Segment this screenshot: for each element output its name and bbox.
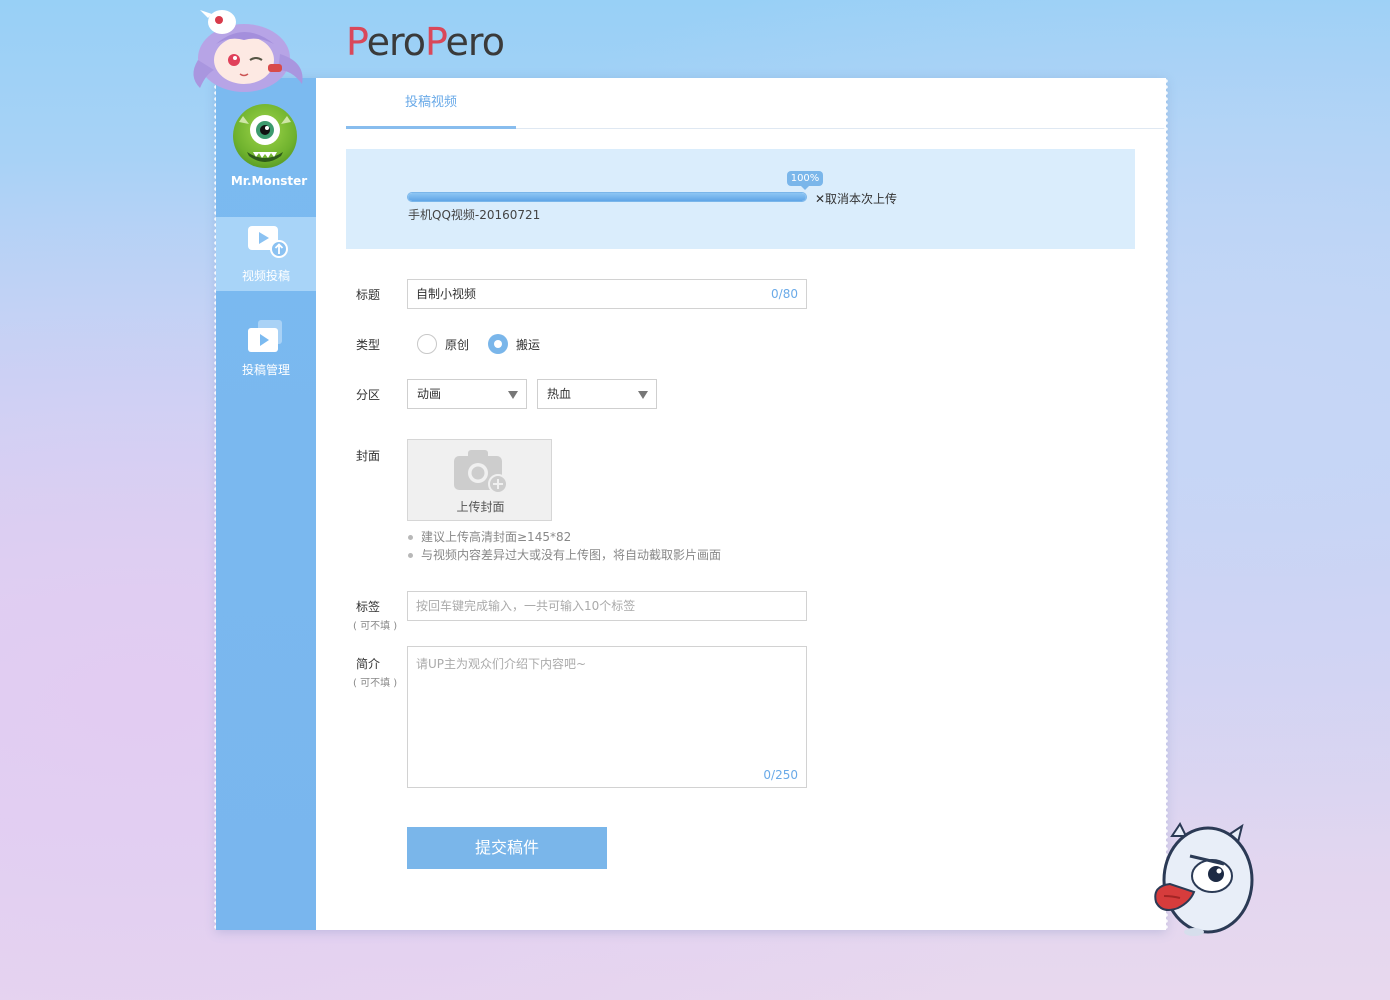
upload-card: Mr.Monster 视频投稿 投稿管理 投稿视频 100% ✕取消本次上传 手… xyxy=(213,78,1169,930)
cancel-upload-button[interactable]: ✕取消本次上传 xyxy=(815,190,897,207)
intro-label-text: 简介 xyxy=(356,657,381,671)
cover-upload-label: 上传封面 xyxy=(456,500,505,514)
chevron-down-icon xyxy=(508,391,518,399)
submit-button[interactable]: 提交稿件 xyxy=(407,827,607,869)
tags-input-placeholder: 按回车键完成输入，一共可输入10个标签 xyxy=(416,599,636,613)
select-value: 动画 xyxy=(417,387,442,401)
title-input-value: 自制小视频 xyxy=(416,287,477,301)
category-primary-select[interactable]: 动画 xyxy=(407,379,527,409)
tab-upload-video[interactable]: 投稿视频 xyxy=(346,78,516,129)
tags-optional-note: ( 可不填 ) xyxy=(353,621,398,632)
tab-bar: 投稿视频 xyxy=(346,78,1166,129)
perorepo-logo: PeroPero xyxy=(346,20,505,64)
chevron-down-icon xyxy=(638,391,648,399)
anime-girl-mascot xyxy=(193,10,303,92)
camera-add-icon xyxy=(454,450,508,494)
sidebar: Mr.Monster 视频投稿 投稿管理 xyxy=(216,78,316,930)
video-upload-icon xyxy=(248,226,288,258)
video-manage-icon xyxy=(248,320,282,352)
category-secondary-select[interactable]: 热血 xyxy=(537,379,657,409)
main-content: 投稿视频 100% ✕取消本次上传 手机QQ视频-20160721 标题 自制小… xyxy=(316,78,1166,930)
sidebar-item-video-upload[interactable]: 视频投稿 xyxy=(216,217,316,291)
cover-label: 封面 xyxy=(356,449,381,463)
upload-progress-panel: 100% ✕取消本次上传 手机QQ视频-20160721 xyxy=(346,149,1135,249)
uploaded-file-name: 手机QQ视频-20160721 xyxy=(408,208,541,222)
list-item: 建议上传高清封面≥145*82 xyxy=(408,528,721,546)
cover-upload-button[interactable]: 上传封面 xyxy=(407,439,552,521)
upload-progress-fill xyxy=(408,193,806,201)
tags-label-text: 标签 xyxy=(356,600,381,614)
intro-optional-note: ( 可不填 ) xyxy=(353,678,398,689)
radio-circle xyxy=(417,334,437,354)
sidebar-item-label: 投稿管理 xyxy=(241,363,290,377)
sidebar-item-label: 视频投稿 xyxy=(241,269,290,283)
username: Mr.Monster xyxy=(230,174,308,188)
radio-label: 原创 xyxy=(445,338,470,352)
select-value: 热血 xyxy=(547,387,572,401)
intro-char-counter: 0/250 xyxy=(763,768,798,782)
type-label: 类型 xyxy=(356,338,381,352)
avatar[interactable] xyxy=(233,104,297,168)
category-label: 分区 xyxy=(356,388,381,402)
sidebar-item-upload-manage[interactable]: 投稿管理 xyxy=(216,311,316,385)
upload-progress-bar xyxy=(407,192,807,202)
tags-label: 标签 ( 可不填 ) xyxy=(353,598,398,632)
intro-textarea-placeholder: 请UP主为观众们介绍下内容吧~ xyxy=(416,657,587,671)
title-label: 标题 xyxy=(356,288,381,302)
list-item: 与视频内容差异过大或没有上传图，将自动截取影片画面 xyxy=(408,546,721,564)
ghost-mascot xyxy=(1154,822,1254,936)
title-char-counter: 0/80 xyxy=(771,287,798,301)
intro-textarea[interactable]: 请UP主为观众们介绍下内容吧~ 0/250 xyxy=(407,646,807,788)
progress-percent-badge: 100% xyxy=(787,171,823,190)
radio-circle xyxy=(488,334,508,354)
intro-label: 简介 ( 可不填 ) xyxy=(353,655,398,689)
monster-avatar-icon xyxy=(239,115,291,162)
title-input[interactable]: 自制小视频 0/80 xyxy=(407,279,807,309)
radio-label: 搬运 xyxy=(516,338,541,352)
tags-input[interactable]: 按回车键完成输入，一共可输入10个标签 xyxy=(407,591,807,621)
cover-hints: 建议上传高清封面≥145*82 与视频内容差异过大或没有上传图，将自动截取影片画… xyxy=(408,528,721,564)
